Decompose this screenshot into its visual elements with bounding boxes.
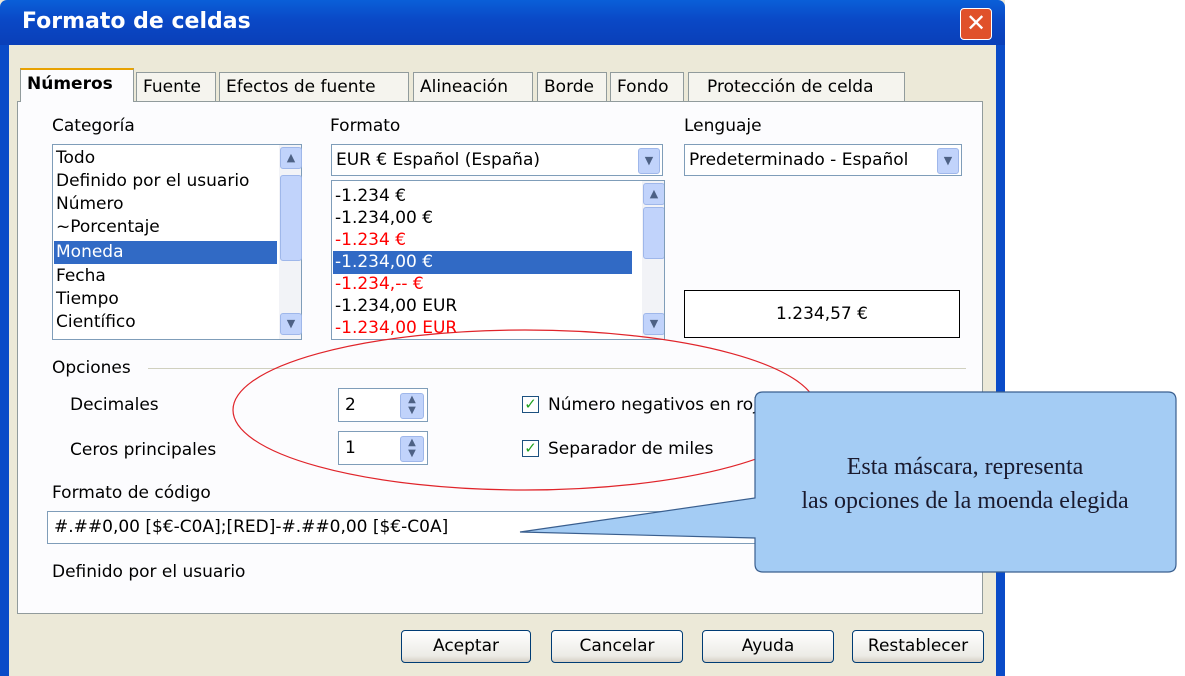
callout-text: Esta máscara, representa las opciones de… — [750, 450, 1180, 518]
tab-numeros[interactable]: Números — [20, 68, 134, 102]
callout-line-1: Esta máscara, representa — [846, 454, 1084, 480]
highlight-ellipse — [232, 329, 818, 491]
callout-line-2: las opciones de la moenda elegida — [801, 488, 1129, 514]
annotation-overlay — [232, 329, 1177, 573]
